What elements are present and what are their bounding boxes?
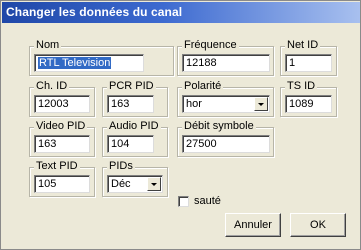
debit-symbole-label: Débit symbole (182, 120, 256, 133)
pids-select[interactable]: Déc (107, 175, 163, 193)
saute-checkbox[interactable] (178, 196, 189, 207)
channel-edit-dialog: Changer les données du canal Nom RTL Tel… (0, 0, 361, 250)
net-id-label: Net ID (285, 39, 321, 52)
pcr-pid-input[interactable]: 163 (107, 95, 154, 113)
chevron-down-icon[interactable] (147, 177, 161, 191)
text-pid-input[interactable]: 105 (34, 175, 90, 193)
polarite-value: hor (186, 98, 202, 110)
dialog-title: Changer les données du canal (2, 2, 360, 23)
saute-label: sauté (194, 195, 221, 207)
debit-symbole-input[interactable]: 27500 (182, 135, 270, 153)
chevron-down-icon[interactable] (254, 97, 268, 111)
frequence-label: Fréquence (182, 39, 239, 52)
pids-value: Déc (111, 178, 131, 190)
cancel-button[interactable]: Annuler (225, 213, 281, 237)
ts-id-input[interactable]: 1089 (285, 95, 332, 113)
nom-value: RTL Television (38, 57, 112, 69)
ch-id-label: Ch. ID (34, 80, 70, 93)
ch-id-input[interactable]: 12003 (34, 95, 90, 113)
net-id-input[interactable]: 1 (285, 54, 332, 72)
polarite-select[interactable]: hor (182, 95, 270, 113)
pids-label: PIDs (107, 160, 135, 173)
audio-pid-input[interactable]: 104 (107, 135, 154, 153)
video-pid-label: Video PID (34, 120, 88, 133)
polarite-label: Polarité (182, 80, 224, 93)
text-pid-label: Text PID (34, 160, 80, 173)
audio-pid-label: Audio PID (107, 120, 161, 133)
nom-input[interactable]: RTL Television (34, 54, 144, 72)
video-pid-input[interactable]: 163 (34, 135, 90, 153)
frequence-input[interactable]: 12188 (182, 54, 270, 72)
ts-id-label: TS ID (285, 80, 318, 93)
pcr-pid-label: PCR PID (107, 80, 156, 93)
ok-button[interactable]: OK (290, 213, 346, 237)
nom-label: Nom (34, 39, 62, 52)
